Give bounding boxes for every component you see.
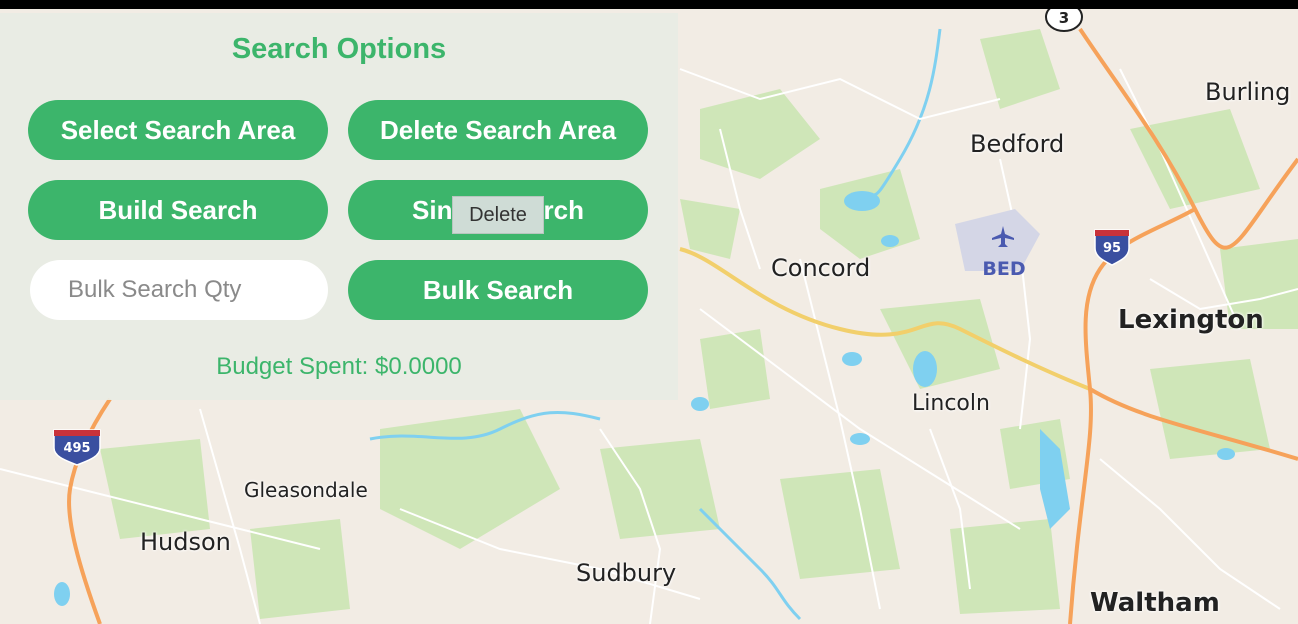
bulk-search-qty-input[interactable]: [30, 260, 328, 320]
place-label-sudbury: Sudbury: [576, 559, 677, 587]
delete-tooltip: Delete: [452, 196, 544, 234]
route3-shield-icon: 3: [1045, 9, 1083, 32]
search-options-panel: Search Options Select Search Area Delete…: [0, 13, 678, 400]
place-label-lexington: Lexington: [1118, 305, 1264, 335]
place-label-hudson: Hudson: [140, 528, 231, 556]
select-search-area-button[interactable]: Select Search Area: [28, 100, 328, 160]
budget-spent-text: Budget Spent: $0.0000: [216, 353, 462, 380]
place-label-burlington: Burling: [1205, 78, 1291, 106]
place-label-lincoln: Lincoln: [912, 391, 990, 416]
delete-search-area-button[interactable]: Delete Search Area: [348, 100, 648, 160]
build-search-button[interactable]: Build Search: [28, 180, 328, 240]
place-label-waltham: Waltham: [1090, 588, 1220, 618]
place-label-gleasondale: Gleasondale: [244, 478, 368, 502]
airport-code: BED: [982, 258, 1025, 280]
place-label-concord: Concord: [771, 254, 871, 282]
i95-shield-number: 95: [1103, 241, 1121, 256]
place-label-bedford: Bedford: [970, 130, 1065, 158]
window-top-edge: [0, 0, 1298, 9]
bulk-search-button[interactable]: Bulk Search: [348, 260, 648, 320]
route3-shield-number: 3: [1059, 9, 1069, 27]
panel-title: Search Options: [231, 33, 447, 65]
i495-shield-number: 495: [63, 441, 90, 456]
